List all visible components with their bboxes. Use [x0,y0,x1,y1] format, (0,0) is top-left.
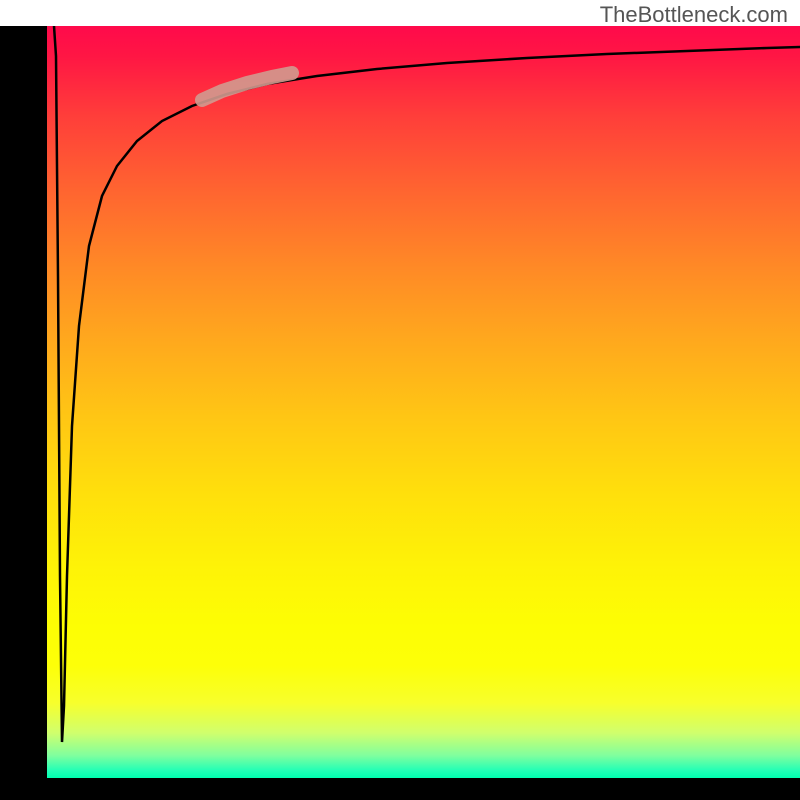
plot-gradient-area [47,26,800,778]
y-axis [0,26,47,778]
watermark-text: TheBottleneck.com [600,2,788,28]
x-axis [0,778,800,800]
chart-container [0,0,800,800]
